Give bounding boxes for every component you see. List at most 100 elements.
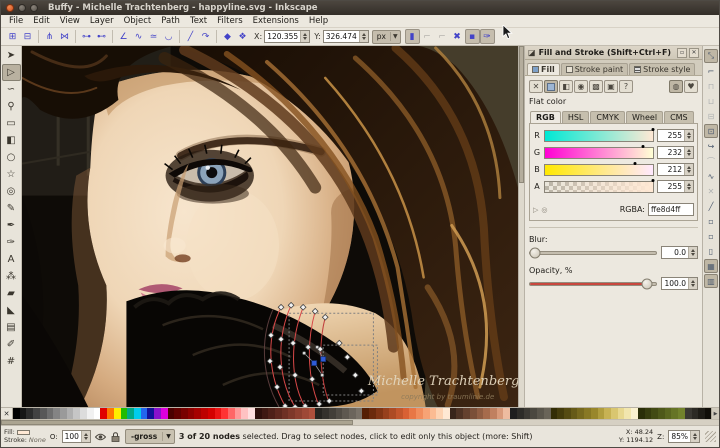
tool-ellipse[interactable]: ○ xyxy=(2,149,21,166)
palette-swatch[interactable] xyxy=(658,408,665,419)
palette-swatch[interactable] xyxy=(389,408,396,419)
palette-swatch[interactable] xyxy=(503,408,510,419)
palette-scroll-arrow[interactable]: ▶ xyxy=(711,408,719,419)
palette-swatch[interactable] xyxy=(336,408,343,419)
slider-track-b[interactable] xyxy=(544,164,654,176)
palette-swatch[interactable] xyxy=(409,408,416,419)
tool-tweak[interactable]: ∽ xyxy=(2,81,21,98)
palette-swatch[interactable] xyxy=(26,408,33,419)
tool-spiral[interactable]: ◎ xyxy=(2,183,21,200)
palette-swatch[interactable] xyxy=(127,408,134,419)
tool-pencil[interactable]: ✎ xyxy=(2,200,21,217)
slider-arrows[interactable] xyxy=(684,147,693,158)
snap-rotation-centers-button[interactable]: ▫ xyxy=(704,229,718,243)
palette-swatch[interactable] xyxy=(121,408,128,419)
palette-swatch[interactable] xyxy=(194,408,201,419)
colorspace-tab-wheel[interactable]: Wheel xyxy=(626,111,663,123)
palette-swatch[interactable] xyxy=(483,408,490,419)
title-bar[interactable]: Buffy - Michelle Trachtenberg - happylin… xyxy=(1,1,719,15)
palette-swatch[interactable] xyxy=(477,408,484,419)
swatch-prev-icon[interactable]: ▷ xyxy=(533,206,538,214)
insert-node-button[interactable]: ⊞ xyxy=(5,29,20,44)
layer-visibility-toggle[interactable] xyxy=(95,431,106,442)
tool-calligraphy[interactable]: ✑ xyxy=(2,234,21,251)
window-close-button[interactable] xyxy=(6,4,14,12)
tool-dropper[interactable]: ✐ xyxy=(2,336,21,353)
palette-swatch[interactable] xyxy=(329,408,336,419)
menu-extensions[interactable]: Extensions xyxy=(248,16,304,26)
palette-swatch[interactable] xyxy=(456,408,463,419)
edit-mask-button[interactable]: ⌐ xyxy=(420,29,435,44)
snap-bbox-midpoints-button[interactable]: ⊟ xyxy=(704,109,718,123)
palette-swatch[interactable] xyxy=(309,408,316,419)
palette-swatch[interactable] xyxy=(322,408,329,419)
palette-swatch[interactable] xyxy=(275,408,282,419)
palette-swatch[interactable] xyxy=(288,408,295,419)
menu-layer[interactable]: Layer xyxy=(85,16,119,26)
snap-page-border-button[interactable]: ▯ xyxy=(704,244,718,258)
palette-swatch[interactable] xyxy=(100,408,107,419)
palette-swatch[interactable] xyxy=(698,408,705,419)
slider-spinner-b[interactable]: 212 xyxy=(657,163,694,176)
palette-swatch[interactable] xyxy=(208,408,215,419)
palette-swatch[interactable] xyxy=(678,408,685,419)
object-opacity-arrows[interactable] xyxy=(81,431,90,442)
palette-swatch[interactable] xyxy=(463,408,470,419)
edit-clip-path-button[interactable]: ▮ xyxy=(405,29,420,44)
snap-bbox-corners-button[interactable]: ⊔ xyxy=(704,94,718,108)
palette-swatch[interactable] xyxy=(692,408,699,419)
palette-swatch[interactable] xyxy=(255,408,262,419)
node-auto-button[interactable]: ◡ xyxy=(161,29,176,44)
linear-gradient-button[interactable]: ◧ xyxy=(559,80,573,93)
tool-text[interactable]: A xyxy=(2,251,21,268)
fill-stroke-indicator[interactable]: Fill: Stroke:None xyxy=(4,429,46,444)
menu-text[interactable]: Text xyxy=(185,16,212,26)
palette-swatch[interactable] xyxy=(87,408,94,419)
x-coord-spinner[interactable]: 120.355 xyxy=(264,30,310,43)
palette-swatch[interactable] xyxy=(416,408,423,419)
palette-swatch[interactable] xyxy=(577,408,584,419)
node-symmetric-button[interactable]: ≃ xyxy=(146,29,161,44)
join-with-segment-button[interactable]: ⊷ xyxy=(94,29,109,44)
palette-swatch[interactable] xyxy=(537,408,544,419)
palette-swatch[interactable] xyxy=(147,408,154,419)
break-path-button[interactable]: ⋔ xyxy=(42,29,57,44)
slider-track-r[interactable] xyxy=(544,130,654,142)
palette-swatch[interactable] xyxy=(470,408,477,419)
palette-swatch[interactable] xyxy=(235,408,242,419)
tool-box-3d[interactable]: ◧ xyxy=(2,132,21,149)
palette-swatch[interactable] xyxy=(685,408,692,419)
palette-swatch[interactable] xyxy=(450,408,457,419)
scrollbar-thumb[interactable] xyxy=(519,46,524,183)
palette-swatch[interactable] xyxy=(67,408,74,419)
palette-swatch[interactable] xyxy=(33,408,40,419)
object-to-path-button[interactable]: ◆ xyxy=(220,29,235,44)
palette-swatch[interactable] xyxy=(665,408,672,419)
palette-swatch[interactable] xyxy=(134,408,141,419)
palette-swatch[interactable] xyxy=(161,408,168,419)
delete-node-button[interactable]: ⊟ xyxy=(20,29,35,44)
join-nodes-button[interactable]: ⋈ xyxy=(57,29,72,44)
colorspace-tab-rgb[interactable]: RGB xyxy=(530,111,561,123)
palette-swatch[interactable] xyxy=(20,408,27,419)
palette-swatch[interactable] xyxy=(645,408,652,419)
palette-swatch[interactable] xyxy=(47,408,54,419)
colorspace-tab-hsl[interactable]: HSL xyxy=(562,111,590,123)
palette-swatch[interactable] xyxy=(423,408,430,419)
opacity-slider[interactable] xyxy=(529,282,657,286)
slider-spinner-r[interactable]: 255 xyxy=(657,129,694,142)
snap-enable-button[interactable]: ⤡ xyxy=(704,49,718,63)
palette-swatch[interactable] xyxy=(80,408,87,419)
palette-swatch[interactable] xyxy=(221,408,228,419)
edit-by-pressure-button[interactable]: ✑ xyxy=(480,29,495,44)
tool-connector[interactable]: # xyxy=(2,353,21,370)
palette-swatch[interactable] xyxy=(40,408,47,419)
palette-swatch[interactable] xyxy=(557,408,564,419)
palette-swatch[interactable] xyxy=(430,408,437,419)
palette-swatch[interactable] xyxy=(201,408,208,419)
opacity-slider-handle[interactable] xyxy=(642,278,653,289)
palette-swatch[interactable] xyxy=(53,408,60,419)
palette-swatch[interactable] xyxy=(517,408,524,419)
palette-swatch[interactable] xyxy=(262,408,269,419)
palette-swatch[interactable] xyxy=(436,408,443,419)
